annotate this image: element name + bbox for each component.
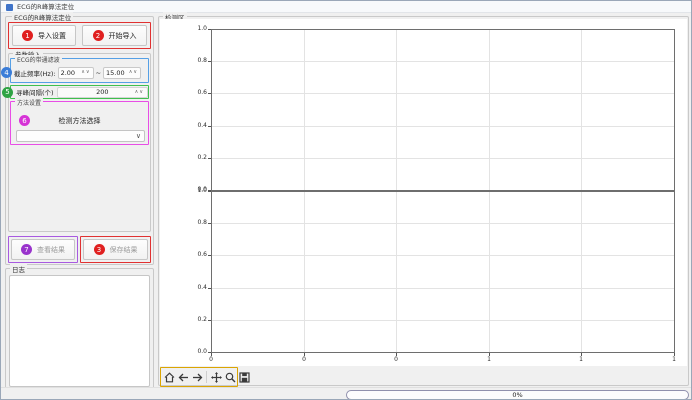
step-badge-3: 3 bbox=[94, 244, 105, 255]
statusbar: 0% bbox=[1, 387, 692, 400]
save-icon bbox=[239, 372, 250, 383]
bandpass-row: 4 截止频率(Hz): 2.00 ∧∨ ~ 15.00 ∧∨ bbox=[1, 65, 149, 80]
y-tick-label: 0.8 bbox=[185, 219, 207, 227]
detection-method-combobox[interactable]: ∨ bbox=[16, 130, 145, 142]
step-badge-5: 5 bbox=[2, 87, 13, 98]
x-tick-label: 1 bbox=[666, 356, 682, 364]
log-group-title: 日志 bbox=[10, 264, 27, 274]
progress-bar: 0% bbox=[346, 390, 689, 400]
peak-interval-row: 5 寻峰间隔(个) 200 ∧∨ bbox=[2, 87, 148, 98]
y-tick-label: 1.0 bbox=[185, 187, 207, 195]
low-cutoff-spinbox[interactable]: 2.00 ∧∨ bbox=[58, 67, 94, 79]
titlebar: ECG的R峰算法定位 bbox=[1, 1, 692, 13]
view-results-button[interactable]: 7 查看结果 bbox=[11, 239, 75, 260]
forward-button[interactable] bbox=[191, 370, 203, 384]
y-tick-label: 0.6 bbox=[185, 89, 207, 97]
left-group-title: ECG的R峰算法定位 bbox=[12, 12, 73, 22]
home-button[interactable] bbox=[163, 370, 175, 384]
y-tick-label: 0.8 bbox=[185, 57, 207, 65]
method-group-title: 方法设置 bbox=[15, 98, 43, 107]
start-import-button[interactable]: 2 开始导入 bbox=[82, 25, 147, 46]
x-tick-label: 0 bbox=[296, 356, 312, 364]
log-textarea[interactable] bbox=[9, 275, 150, 387]
magnifier-icon bbox=[225, 372, 236, 383]
y-tick-label: 1.0 bbox=[185, 25, 207, 33]
x-tick-label: 1 bbox=[481, 356, 497, 364]
y-tick-label: 0.4 bbox=[185, 284, 207, 292]
subplot-axes[interactable] bbox=[211, 29, 675, 191]
x-tick-label: 1 bbox=[573, 356, 589, 364]
step-badge-2: 2 bbox=[93, 30, 104, 41]
y-tick-label: 0.6 bbox=[185, 251, 207, 259]
high-cutoff-spinbox[interactable]: 15.00 ∧∨ bbox=[103, 67, 141, 79]
spinner-arrows-icon[interactable]: ∧∨ bbox=[81, 70, 90, 75]
y-tick-label: 0.0 bbox=[185, 348, 207, 356]
pan-button[interactable] bbox=[210, 370, 222, 384]
plot-area[interactable]: 1.00.80.60.40.20.01.00.80.60.40.20.00001… bbox=[211, 29, 675, 353]
spinner-arrows-icon[interactable]: ∧∨ bbox=[129, 70, 138, 75]
y-tick-label: 0.4 bbox=[185, 122, 207, 130]
import-settings-button[interactable]: 1 导入设置 bbox=[12, 25, 76, 46]
peak-interval-value: 200 bbox=[96, 88, 108, 96]
mpl-toolbar bbox=[163, 370, 250, 384]
step-badge-4: 4 bbox=[1, 67, 12, 78]
toolbar-separator bbox=[206, 371, 207, 383]
peak-interval-label: 寻峰间隔(个) bbox=[16, 87, 54, 97]
back-arrow-icon bbox=[178, 372, 189, 383]
chevron-down-icon: ∨ bbox=[136, 133, 141, 140]
subplot-axes[interactable] bbox=[211, 191, 675, 353]
step-badge-1: 1 bbox=[22, 30, 33, 41]
annotation-box-method: 方法设置 6 检测方法选择 ∨ bbox=[10, 101, 149, 145]
forward-arrow-icon bbox=[192, 372, 203, 383]
high-cutoff-value: 15.00 bbox=[106, 69, 125, 77]
detection-method-label: 检测方法选择 bbox=[11, 116, 148, 126]
save-results-label: 保存结果 bbox=[110, 245, 138, 255]
app-icon bbox=[6, 4, 13, 11]
spinner-arrows-icon[interactable]: ∧∨ bbox=[135, 90, 144, 95]
x-tick-label: 0 bbox=[388, 356, 404, 364]
range-separator: ~ bbox=[96, 69, 101, 77]
import-settings-label: 导入设置 bbox=[38, 31, 66, 41]
y-tick-label: 0.2 bbox=[185, 316, 207, 324]
view-results-label: 查看结果 bbox=[37, 245, 65, 255]
step-badge-7: 7 bbox=[21, 244, 32, 255]
zoom-button[interactable] bbox=[224, 370, 236, 384]
y-tick-label: 0.2 bbox=[185, 154, 207, 162]
pan-icon bbox=[211, 372, 222, 383]
app-window: ECG的R峰算法定位 ECG的R峰算法定位 1 导入设置 2 开始导入 参数输入… bbox=[0, 0, 692, 400]
back-button[interactable] bbox=[177, 370, 189, 384]
save-results-button[interactable]: 3 保存结果 bbox=[83, 239, 148, 260]
low-cutoff-value: 2.00 bbox=[61, 69, 75, 77]
cutoff-freq-label: 截止频率(Hz): bbox=[14, 68, 56, 78]
home-icon bbox=[164, 372, 175, 383]
start-import-label: 开始导入 bbox=[109, 31, 137, 41]
x-tick-label: 0 bbox=[203, 356, 219, 364]
save-figure-button[interactable] bbox=[238, 370, 250, 384]
peak-interval-spinbox[interactable]: 200 ∧∨ bbox=[57, 87, 148, 98]
bandpass-group-title: ECG的带通滤波 bbox=[15, 55, 62, 64]
